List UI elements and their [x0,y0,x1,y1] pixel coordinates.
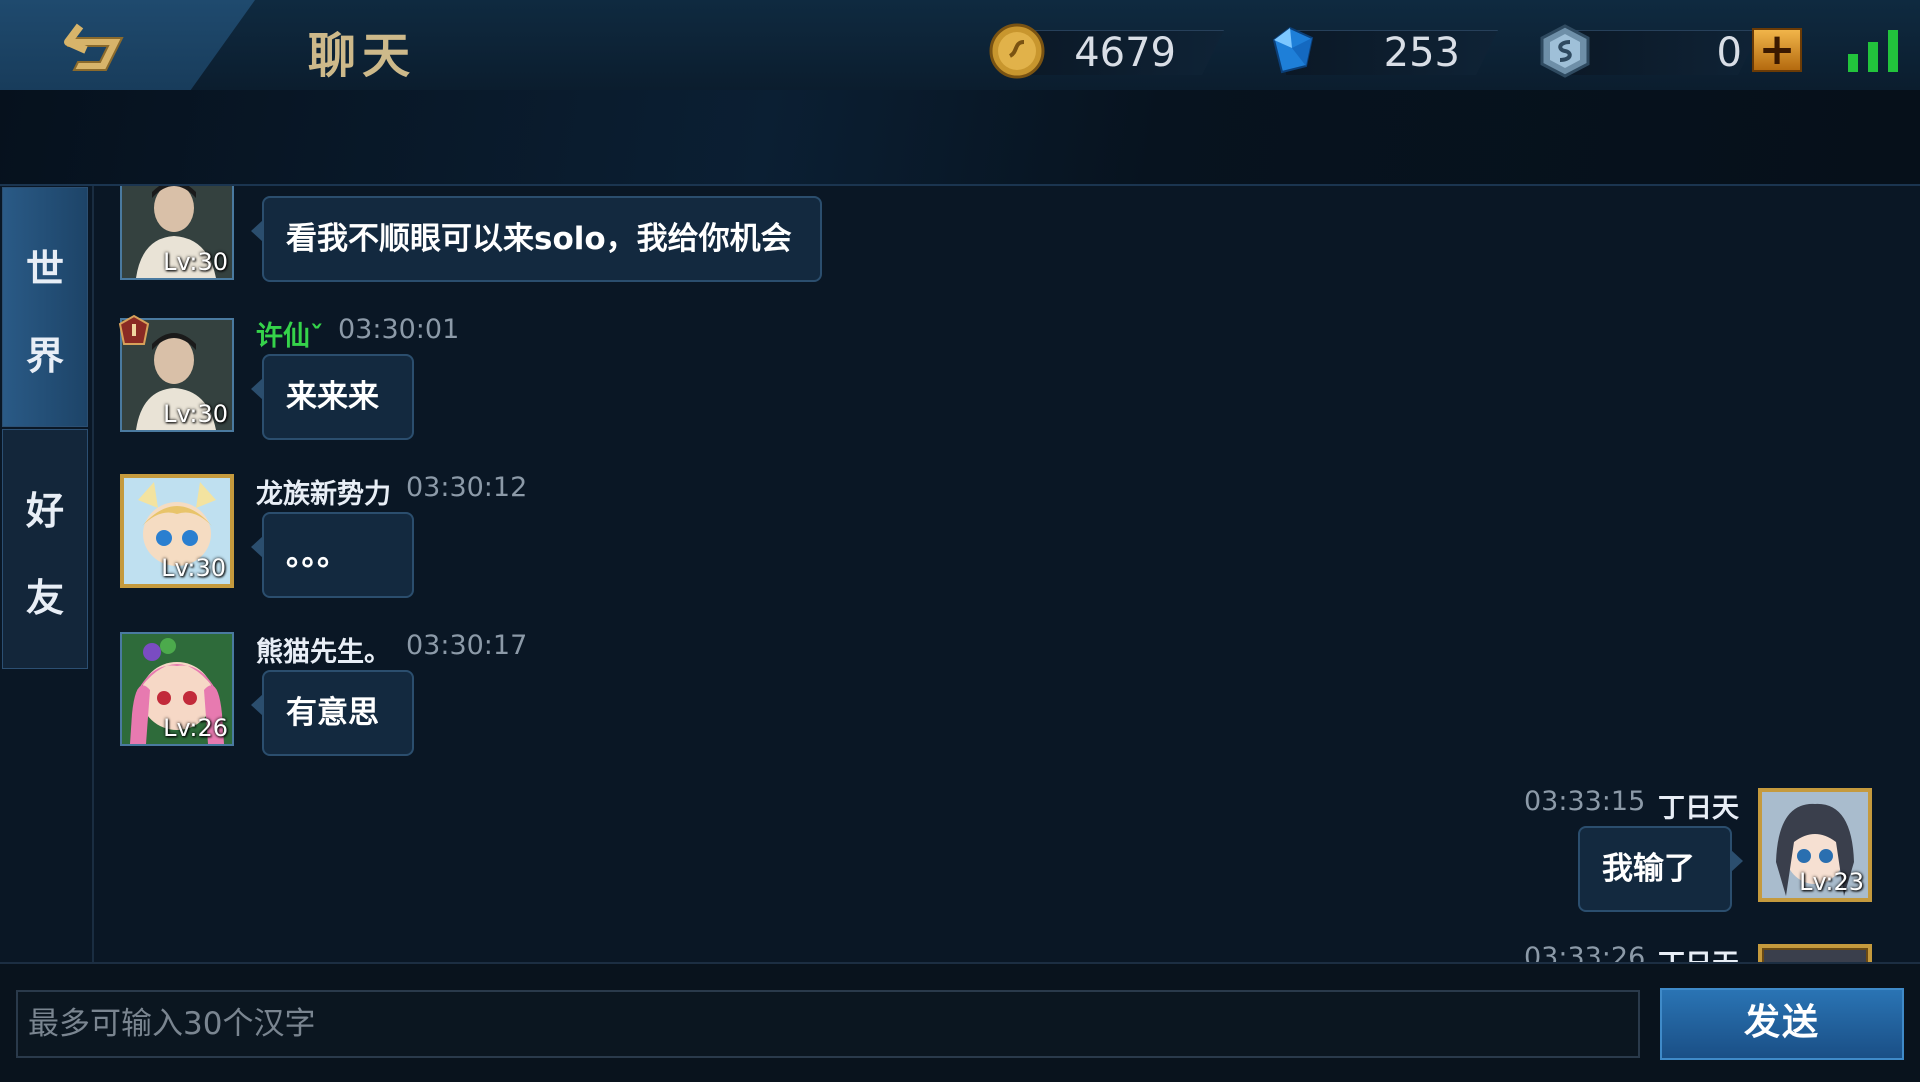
page-title: 聊天 [308,28,417,84]
rank-badge-icon [118,314,150,345]
message-bubble: 看我不顺眼可以来solo，我给你机会 [251,196,822,282]
diamond-counter: 253 [1262,22,1498,76]
plus-icon: + [1758,24,1796,75]
chat-message-list[interactable]: Lv:30 看我不顺眼可以来solo，我给你机会 Lv:30 许仙ˇ 03:30… [94,186,1920,962]
coupon-counter: 0 [1536,22,1772,78]
tab-world-char: 世 [25,247,64,291]
tab-world-char: 界 [25,334,64,378]
avatar[interactable]: Lv:30 [120,186,234,280]
player-level: Lv:30 [161,554,226,582]
player-level: Lv:26 [163,714,228,742]
tab-world[interactable]: 世 界 [2,187,88,427]
diamond-value: 253 [1383,30,1460,76]
send-button[interactable]: 发送 [1660,988,1904,1060]
sender-name[interactable]: 龙族新势力 [256,472,391,511]
chat-input[interactable] [16,990,1640,1058]
message-time: 03:33:26 [1524,942,1646,962]
coupon-value: 0 [1716,30,1742,76]
avatar[interactable]: Lv:23 [1758,788,1872,902]
diamond-icon [1272,26,1314,74]
sender-name[interactable]: 丁日天 [1658,786,1739,825]
signal-strength-icon [1848,30,1898,72]
coupon-icon [1540,24,1590,78]
message-bubble: 有意思 [251,670,414,756]
tab-friends-char: 友 [25,576,64,620]
player-level: Lv:23 [1799,868,1864,896]
message-bubble: 。。。 [251,512,414,598]
recharge-plus-button[interactable]: + [1752,28,1802,72]
message-time: 03:30:12 [406,472,528,503]
message-time: 03:33:15 [1524,786,1646,817]
chat-input-bar: 发送 [0,962,1920,1082]
top-bar: 聊天 4679 253 0 + [0,0,1920,105]
player-level: Lv:30 [163,248,228,276]
gold-counter: 4679 [988,22,1224,79]
message-time: 03:30:17 [406,630,528,661]
back-arrow-icon [64,23,124,71]
sender-name[interactable]: 许仙ˇ [256,314,324,353]
avatar[interactable]: Lv:26 [120,632,234,746]
sender-name[interactable]: 熊猫先生。 [256,630,391,669]
avatar[interactable] [1758,944,1872,962]
avatar[interactable]: Lv:30 [120,474,234,588]
message-bubble: 我输了 [1578,826,1743,912]
player-level: Lv:30 [163,400,228,428]
tab-friends-char: 好 [25,489,64,533]
sender-name[interactable]: 丁日天 [1658,942,1739,962]
tab-friends[interactable]: 好 友 [2,429,88,669]
gold-value: 4679 [1074,30,1176,76]
message-bubble: 来来来 [251,354,414,440]
gold-coin-icon [989,23,1045,79]
message-time: 03:30:01 [338,314,460,345]
header-banner [0,90,1920,186]
